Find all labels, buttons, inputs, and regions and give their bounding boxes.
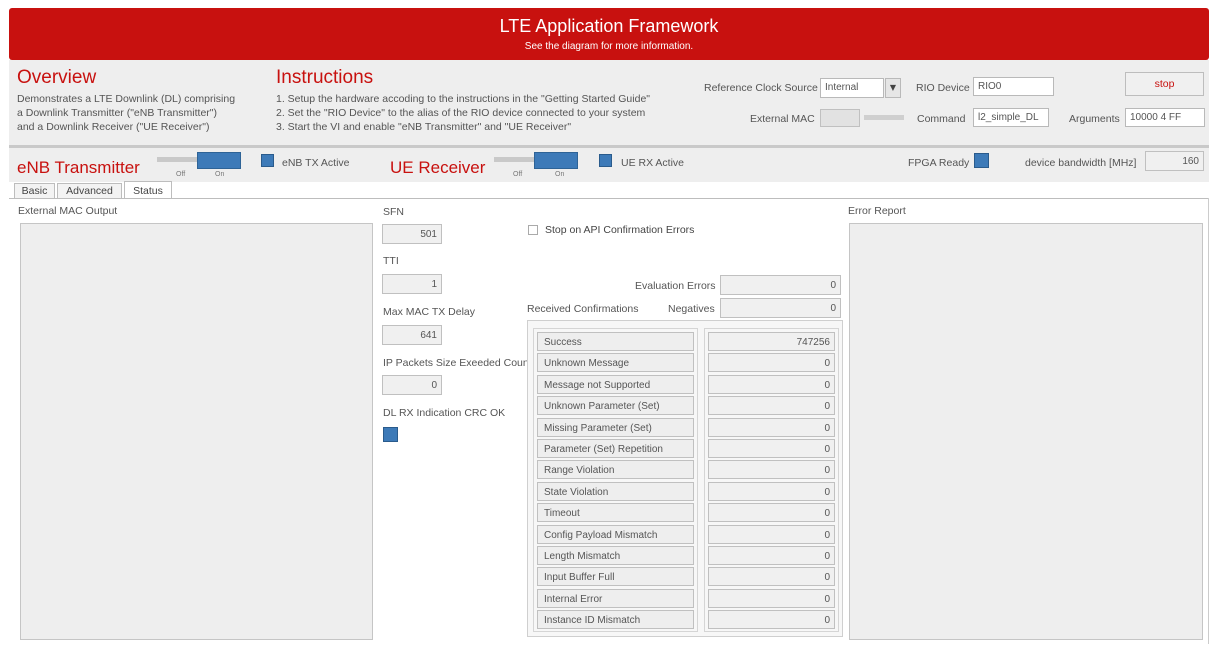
- confirmation-value: 0: [708, 610, 835, 629]
- confirmation-label: Length Mismatch: [537, 546, 694, 565]
- confirmation-value: 0: [708, 567, 835, 586]
- confirmation-value: 0: [708, 589, 835, 608]
- ip-packets-label: IP Packets Size Exeeded Count: [383, 357, 532, 369]
- chevron-down-icon[interactable]: ▼: [885, 78, 901, 98]
- confirmation-value: 0: [708, 439, 835, 458]
- rio-device-label: RIO Device: [916, 82, 970, 94]
- negatives-value: 0: [720, 298, 841, 318]
- command-label: Command: [917, 113, 966, 125]
- bandwidth-value[interactable]: 160: [1145, 151, 1204, 171]
- panel-edge: [1208, 198, 1209, 644]
- confirmation-value: 0: [708, 375, 835, 394]
- confirmations-label-column: [533, 328, 698, 632]
- enb-transmitter-heading: eNB Transmitter: [17, 158, 140, 177]
- stop-on-api-errors-checkbox[interactable]: [528, 225, 538, 235]
- confirmation-label: Parameter (Set) Repetition: [537, 439, 694, 458]
- tti-label: TTI: [383, 255, 399, 267]
- enb-tx-active-label: eNB TX Active: [282, 157, 350, 169]
- external-mac-switch[interactable]: [820, 109, 860, 127]
- app-window: LTE Application Framework See the diagra…: [0, 0, 1213, 645]
- evaluation-errors-value: 0: [720, 275, 841, 295]
- confirmation-label: Config Payload Mismatch: [537, 525, 694, 544]
- instructions-text: 1. Setup the hardware accoding to the in…: [276, 92, 716, 134]
- confirmation-value: 0: [708, 460, 835, 479]
- confirmation-label: Message not Supported: [537, 375, 694, 394]
- ue-rx-active-led: [599, 154, 612, 167]
- confirmation-value: 0: [708, 482, 835, 501]
- fpga-ready-label: FPGA Ready: [908, 157, 970, 169]
- error-report-label: Error Report: [848, 205, 906, 217]
- confirmation-value: 0: [708, 353, 835, 372]
- confirmation-value: 0: [708, 546, 835, 565]
- ref-clock-select[interactable]: Internal: [820, 78, 884, 98]
- overview-line: a Downlink Transmitter ("eNB Transmitter…: [17, 107, 218, 119]
- tti-value: 1: [382, 274, 442, 294]
- instruction-line: 3. Start the VI and enable "eNB Transmit…: [276, 121, 572, 133]
- enb-transmitter-switch[interactable]: [197, 152, 241, 169]
- confirmation-label: Missing Parameter (Set): [537, 418, 694, 437]
- overview-line: and a Downlink Receiver ("UE Receiver"): [17, 121, 210, 133]
- confirmation-value: 0: [708, 418, 835, 437]
- stop-on-api-errors-label: Stop on API Confirmation Errors: [545, 224, 695, 236]
- app-title: LTE Application Framework: [499, 16, 719, 36]
- enb-off-label: Off: [176, 171, 186, 178]
- received-confirmations-label: Received Confirmations: [527, 303, 639, 315]
- overview-line: Demonstrates a LTE Downlink (DL) compris…: [17, 93, 236, 105]
- ip-packets-value: 0: [382, 375, 442, 395]
- instructions-heading: Instructions: [276, 67, 374, 88]
- confirmation-value: 0: [708, 503, 835, 522]
- confirmation-label: Internal Error: [537, 589, 694, 608]
- enb-tx-active-led: [261, 154, 274, 167]
- confirmation-value: 0: [708, 525, 835, 544]
- stop-button[interactable]: stop: [1125, 72, 1204, 96]
- ue-on-label: On: [555, 171, 565, 178]
- confirmation-value: 747256: [708, 332, 835, 351]
- confirmation-label: Range Violation: [537, 460, 694, 479]
- dl-rx-crc-label: DL RX Indication CRC OK: [383, 407, 506, 419]
- tab-advanced[interactable]: Advanced: [57, 183, 122, 199]
- external-mac-switch-track: [864, 115, 904, 120]
- app-subtitle: See the diagram for more information.: [524, 41, 694, 52]
- confirmations-value-column: [704, 328, 839, 632]
- sfn-label: SFN: [383, 206, 404, 218]
- external-mac-label: External MAC: [750, 113, 815, 125]
- confirmation-label: Unknown Message: [537, 353, 694, 372]
- confirmation-label: State Violation: [537, 482, 694, 501]
- evaluation-errors-label: Evaluation Errors: [635, 280, 716, 292]
- external-mac-output-label: External MAC Output: [18, 205, 118, 217]
- dl-rx-crc-led: [383, 427, 398, 442]
- negatives-label: Negatives: [668, 303, 715, 315]
- arguments-input[interactable]: 10000 4 FF: [1125, 108, 1205, 127]
- confirmation-label: Timeout: [537, 503, 694, 522]
- arguments-label: Arguments: [1069, 113, 1120, 125]
- ue-receiver-heading: UE Receiver: [390, 158, 486, 177]
- tab-basic[interactable]: Basic: [14, 183, 55, 199]
- confirmation-label: Instance ID Mismatch: [537, 610, 694, 629]
- max-mac-tx-delay-value: 641: [382, 325, 442, 345]
- external-mac-output-box[interactable]: [20, 223, 373, 640]
- ue-rx-active-label: UE RX Active: [621, 157, 685, 169]
- enb-on-label: On: [215, 171, 225, 178]
- ue-receiver-switch[interactable]: [534, 152, 578, 169]
- overview-heading: Overview: [17, 67, 97, 88]
- ref-clock-label: Reference Clock Source: [704, 82, 818, 94]
- max-mac-tx-delay-label: Max MAC TX Delay: [383, 306, 475, 318]
- header-banner: LTE Application Framework See the diagra…: [9, 8, 1209, 60]
- ue-off-label: Off: [513, 171, 523, 178]
- confirmation-label: Input Buffer Full: [537, 567, 694, 586]
- confirmation-label: Success: [537, 332, 694, 351]
- error-report-box[interactable]: [849, 223, 1203, 640]
- rio-device-input[interactable]: RIO0: [973, 77, 1054, 96]
- bandwidth-label: device bandwidth [MHz]: [1025, 157, 1137, 169]
- instruction-line: 1. Setup the hardware accoding to the in…: [276, 93, 651, 105]
- enb-switch-track: [157, 157, 197, 162]
- fpga-ready-led: [974, 153, 989, 168]
- overview-text: Demonstrates a LTE Downlink (DL) compris…: [17, 92, 277, 134]
- command-input[interactable]: l2_simple_DL: [973, 108, 1049, 127]
- confirmation-value: 0: [708, 396, 835, 415]
- instruction-line: 2. Set the "RIO Device" to the alias of …: [276, 107, 646, 119]
- ue-switch-track: [494, 157, 534, 162]
- sfn-value: 501: [382, 224, 442, 244]
- confirmation-label: Unknown Parameter (Set): [537, 396, 694, 415]
